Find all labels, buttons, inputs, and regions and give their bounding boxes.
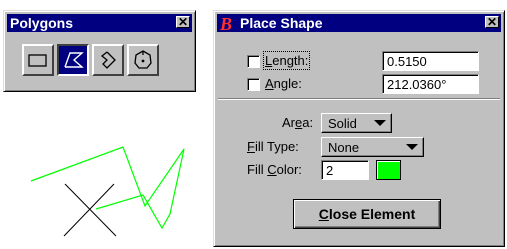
fill-color-swatch[interactable]	[376, 160, 401, 180]
area-dropdown[interactable]: Solid	[321, 113, 392, 133]
length-label: Length:	[262, 51, 311, 70]
section-divider	[218, 98, 500, 100]
chevron-down-icon	[406, 144, 418, 150]
length-checkbox[interactable]	[247, 55, 260, 68]
rectangle-tool-icon	[28, 54, 47, 67]
angle-checkbox[interactable]	[247, 78, 260, 91]
rectangle-tool-button[interactable]	[22, 44, 54, 76]
polygons-title: Polygons	[10, 15, 74, 31]
regular-polygon-tool-icon	[134, 50, 152, 69]
shape-outline	[30, 146, 185, 230]
orthogonal-shape-tool-icon	[100, 51, 116, 69]
shape-tool-button[interactable]	[57, 44, 89, 76]
place-shape-close-button[interactable]: ✕	[485, 16, 499, 28]
angle-field[interactable]: 212.0360°	[382, 74, 479, 94]
length-field[interactable]: 0.5150	[382, 51, 479, 71]
regular-polygon-tool-button[interactable]	[127, 44, 159, 76]
fill-color-field[interactable]: 2	[321, 160, 369, 180]
drawing-canvas[interactable]	[0, 100, 205, 249]
shape-tool-icon	[64, 52, 84, 68]
place-shape-dialog: B Place Shape ✕ Length: 0.5150 Angle: 21…	[213, 10, 505, 247]
place-shape-titlebar[interactable]: B Place Shape ✕	[217, 14, 501, 32]
fill-type-dropdown[interactable]: None	[321, 137, 424, 157]
polygons-close-button[interactable]: ✕	[176, 16, 190, 28]
crosshair-cursor-icon	[63, 183, 117, 237]
polygons-palette: Polygons ✕	[3, 10, 196, 92]
polygons-titlebar[interactable]: Polygons ✕	[7, 14, 192, 32]
fill-color-label: Fill Color:	[247, 162, 302, 177]
fill-type-label: Fill Type:	[247, 139, 299, 154]
orthogonal-shape-tool-button[interactable]	[92, 44, 124, 76]
place-shape-title: Place Shape	[240, 15, 323, 31]
microstation-logo-icon: B	[219, 15, 232, 32]
angle-label: Angle:	[265, 76, 302, 91]
svg-text:B: B	[219, 15, 232, 32]
area-label: Area:	[282, 115, 314, 130]
close-element-button[interactable]: Close Element	[293, 199, 441, 229]
chevron-down-icon	[374, 120, 386, 126]
